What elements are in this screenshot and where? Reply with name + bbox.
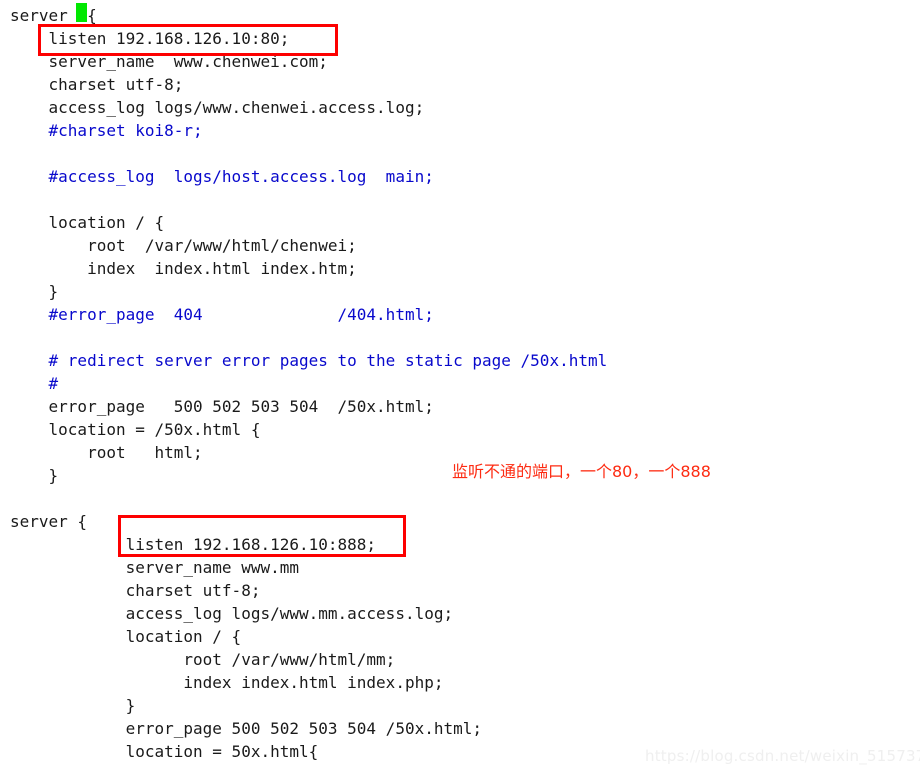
code-line: server_name www.chenwei.com; bbox=[10, 52, 328, 71]
csdn-watermark: https://blog.csdn.net/weixin_51573771 bbox=[645, 747, 920, 765]
code-line: } bbox=[10, 466, 59, 485]
code-line: location / { bbox=[10, 627, 242, 646]
code-canvas: server { listen 192.168.126.10:80; serve… bbox=[0, 0, 920, 772]
code-line: location = 50x.html{ bbox=[10, 742, 319, 761]
code-line: #error_page 404 /404.html; bbox=[10, 305, 434, 324]
code-line: access_log logs/www.chenwei.access.log; bbox=[10, 98, 425, 117]
code-line: error_page 500 502 503 504 /50x.html; bbox=[10, 397, 434, 416]
code-line: #access_log logs/host.access.log main; bbox=[10, 167, 434, 186]
code-line: location / { bbox=[10, 213, 165, 232]
code-line: root html; bbox=[10, 443, 203, 462]
code-line: charset utf-8; bbox=[10, 581, 261, 600]
code-line: server_name www.mm bbox=[10, 558, 299, 577]
code-line: listen 192.168.126.10:888; bbox=[10, 535, 377, 554]
code-line: charset utf-8; bbox=[10, 75, 184, 94]
code-line: index index.html index.php; bbox=[10, 673, 444, 692]
code-line: } bbox=[10, 696, 136, 715]
code-line: error_page 500 502 503 504 /50x.html; bbox=[10, 719, 483, 738]
code-line: server { bbox=[10, 6, 97, 25]
code-line: #charset koi8-r; bbox=[10, 121, 203, 140]
code-line: access_log logs/www.mm.access.log; bbox=[10, 604, 454, 623]
code-line: } bbox=[10, 282, 59, 301]
code-line: root /var/www/html/chenwei; bbox=[10, 236, 357, 255]
chinese-annotation-note: 监听不通的端口，一个80，一个888 bbox=[452, 462, 711, 481]
code-line: listen 192.168.126.10:80; bbox=[10, 29, 290, 48]
code-line: index index.html index.htm; bbox=[10, 259, 357, 278]
code-line: location = /50x.html { bbox=[10, 420, 261, 439]
code-line: # redirect server error pages to the sta… bbox=[10, 351, 608, 370]
code-line: root /var/www/html/mm; bbox=[10, 650, 396, 669]
code-line: server { bbox=[10, 512, 88, 531]
code-line: # bbox=[10, 374, 59, 393]
